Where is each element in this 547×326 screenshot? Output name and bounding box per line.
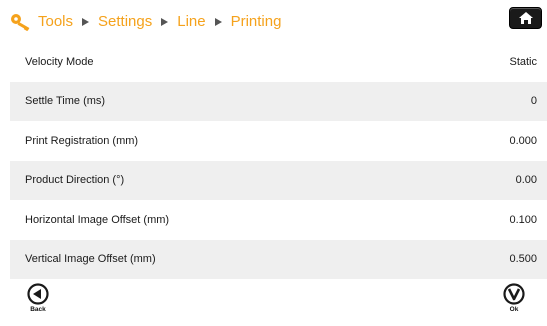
footer-bar: Back Ok <box>0 279 547 326</box>
setting-value: 0.500 <box>509 253 537 266</box>
keys-icon <box>11 14 30 32</box>
setting-label: Velocity Mode <box>25 55 94 68</box>
setting-label: Settle Time (ms) <box>25 95 106 108</box>
setting-value: 0.00 <box>515 174 537 187</box>
setting-label: Product Direction (°) <box>25 174 125 187</box>
breadcrumb-item-tools[interactable]: Tools <box>38 13 73 30</box>
setting-row-horizontal-image-offset[interactable]: Horizontal Image Offset (mm) 0.100 <box>10 200 547 240</box>
setting-value: Static <box>509 55 537 68</box>
setting-row-vertical-image-offset[interactable]: Vertical Image Offset (mm) 0.500 <box>10 239 547 279</box>
ok-icon <box>503 283 525 305</box>
header-bar: Tools Settings Line Printing <box>0 0 547 42</box>
setting-value: 0 <box>530 95 537 108</box>
setting-label: Horizontal Image Offset (mm) <box>25 213 170 226</box>
back-button[interactable]: Back <box>27 283 49 313</box>
breadcrumb-separator-icon <box>82 17 90 26</box>
breadcrumb-item-settings[interactable]: Settings <box>98 13 152 30</box>
breadcrumb-item-line[interactable]: Line <box>177 13 205 30</box>
setting-value: 0.000 <box>509 134 537 147</box>
ok-label: Ok <box>509 306 519 313</box>
home-button[interactable] <box>509 7 542 29</box>
back-label: Back <box>30 306 46 313</box>
breadcrumb-separator-icon <box>214 17 222 26</box>
setting-row-product-direction[interactable]: Product Direction (°) 0.00 <box>10 160 547 200</box>
setting-row-print-registration[interactable]: Print Registration (mm) 0.000 <box>10 121 547 161</box>
setting-label: Print Registration (mm) <box>25 134 139 147</box>
ok-button[interactable]: Ok <box>503 283 525 313</box>
home-icon <box>518 12 533 24</box>
settings-list: Velocity Mode Static Settle Time (ms) 0 … <box>10 42 547 279</box>
setting-row-settle-time[interactable]: Settle Time (ms) 0 <box>10 81 547 121</box>
breadcrumb-item-printing: Printing <box>230 13 282 30</box>
setting-row-velocity-mode[interactable]: Velocity Mode Static <box>10 42 547 82</box>
breadcrumb: Tools Settings Line Printing <box>38 13 281 30</box>
setting-label: Vertical Image Offset (mm) <box>25 253 156 266</box>
setting-value: 0.100 <box>509 213 537 226</box>
breadcrumb-separator-icon <box>161 17 169 26</box>
back-icon <box>27 283 49 305</box>
